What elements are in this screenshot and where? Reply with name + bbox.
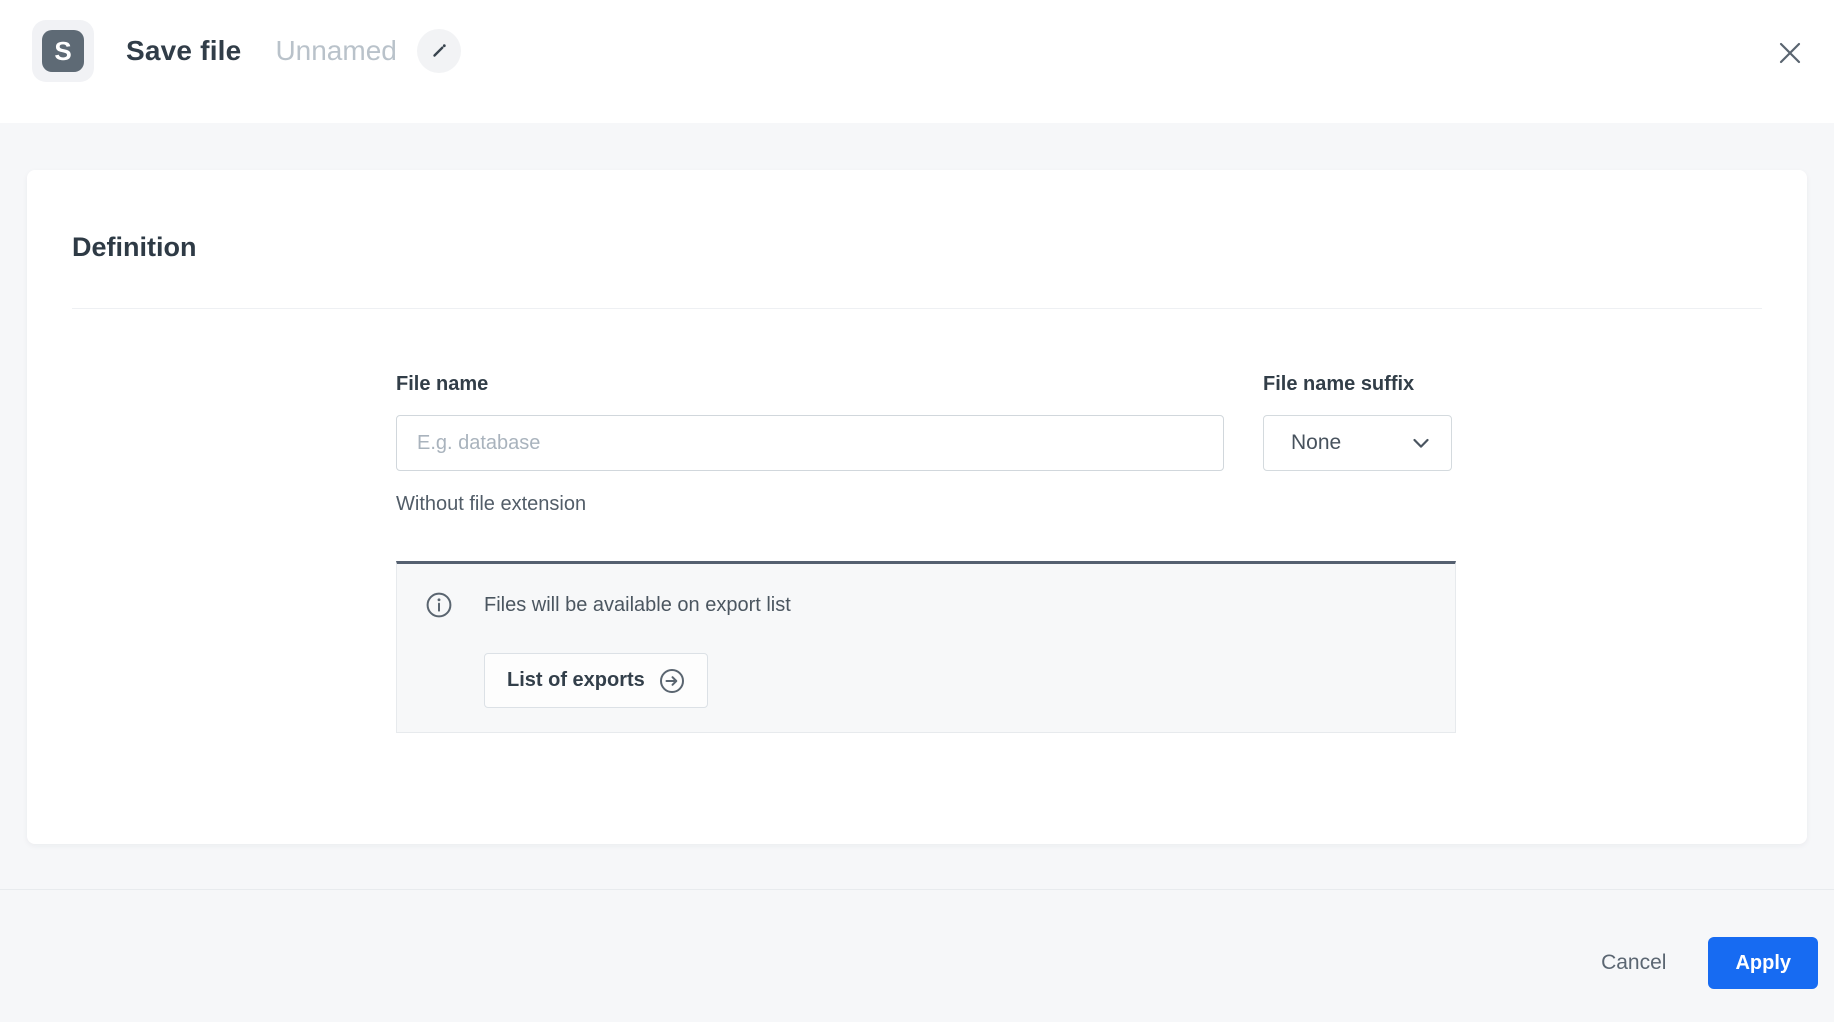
dialog-name-unnamed: Unnamed bbox=[275, 35, 397, 66]
footer-actions: Cancel Apply bbox=[1601, 937, 1818, 989]
chevron-down-icon bbox=[1413, 438, 1429, 449]
list-of-exports-button[interactable]: List of exports bbox=[484, 653, 708, 708]
dialog-footer: Cancel Apply bbox=[0, 889, 1834, 1022]
info-message: Files will be available on export list bbox=[484, 593, 791, 616]
close-button[interactable] bbox=[1768, 31, 1812, 75]
app-tile: S bbox=[32, 20, 94, 82]
file-name-input[interactable] bbox=[396, 415, 1224, 471]
rename-button[interactable] bbox=[416, 29, 461, 73]
form-area: File name Without file extension File na… bbox=[396, 373, 1762, 733]
section-divider bbox=[72, 308, 1762, 309]
app-initial: S bbox=[54, 35, 72, 66]
list-of-exports-label: List of exports bbox=[507, 669, 645, 691]
dialog-header: S Save file Unnamed bbox=[0, 0, 1834, 123]
pencil-icon bbox=[430, 42, 448, 60]
file-name-field-group: File name Without file extension bbox=[396, 373, 1224, 516]
info-circle-icon bbox=[425, 591, 453, 619]
file-name-label: File name bbox=[396, 373, 489, 395]
arrow-right-circle-icon bbox=[659, 668, 685, 694]
close-icon bbox=[1777, 40, 1803, 66]
suffix-select[interactable]: None bbox=[1263, 415, 1452, 471]
suffix-field-group: File name suffix None bbox=[1263, 373, 1452, 516]
dialog-title: Save file bbox=[126, 35, 242, 66]
save-file-app-icon: S bbox=[42, 30, 84, 72]
form-row: File name Without file extension File na… bbox=[396, 373, 1762, 516]
info-line: Files will be available on export list bbox=[425, 591, 1455, 619]
export-info-panel: Files will be available on export list L… bbox=[396, 561, 1456, 733]
dialog-header-left: S Save file Unnamed bbox=[32, 20, 461, 82]
definition-card: Definition File name Without file extens… bbox=[27, 170, 1807, 844]
section-title: Definition bbox=[72, 232, 197, 262]
cancel-button[interactable]: Cancel bbox=[1601, 951, 1666, 975]
apply-button[interactable]: Apply bbox=[1708, 937, 1818, 989]
file-name-helper: Without file extension bbox=[396, 493, 587, 515]
suffix-selected-value: None bbox=[1291, 431, 1342, 454]
suffix-label: File name suffix bbox=[1263, 373, 1415, 395]
